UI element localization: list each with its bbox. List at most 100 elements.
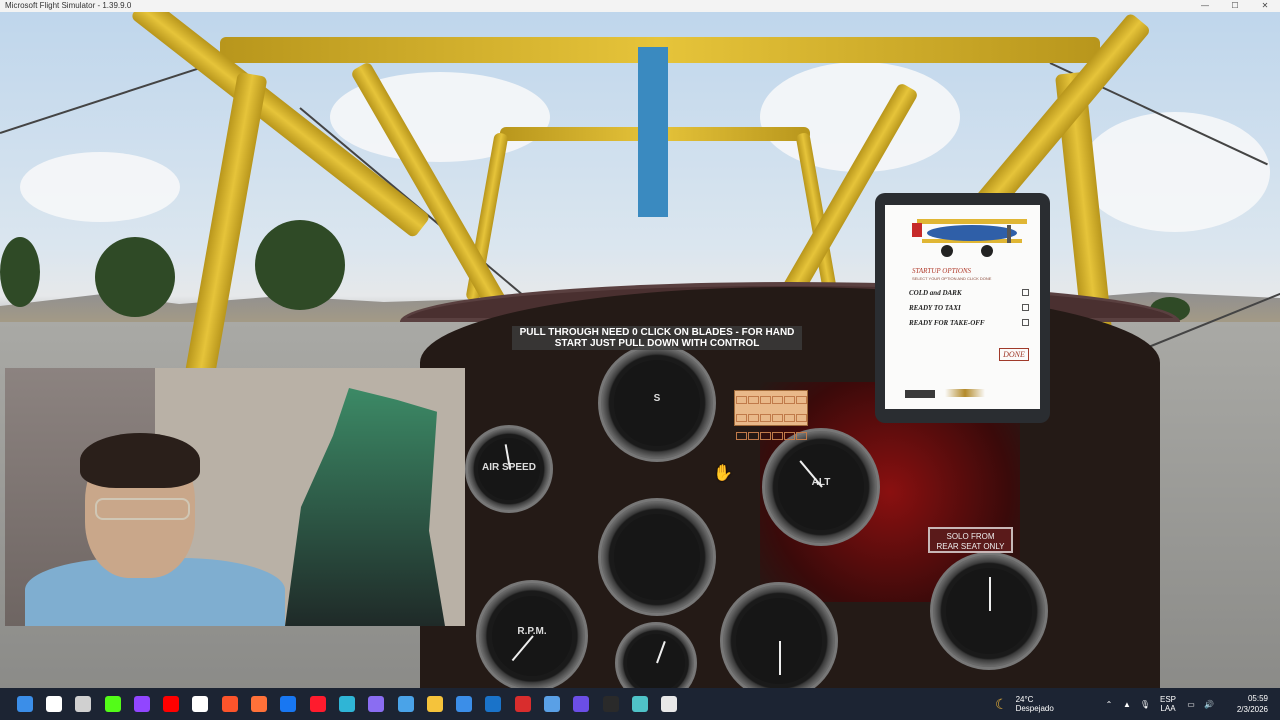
streamer-app-icon[interactable] (508, 688, 537, 720)
language-indicator[interactable]: ESP LAA (1154, 695, 1182, 713)
copilot-icon-glyph (368, 696, 385, 712)
twitch-icon[interactable] (127, 688, 156, 720)
store-icon-glyph (456, 696, 473, 712)
hand-cursor-icon: ✋ (713, 465, 733, 482)
copilot-icon[interactable] (362, 688, 391, 720)
snipping-tool-icon-glyph (543, 696, 560, 712)
option-checkbox[interactable] (1022, 304, 1029, 311)
chatgpt-icon[interactable] (655, 688, 684, 720)
globe-app-icon[interactable] (625, 688, 654, 720)
kick-icon[interactable] (98, 688, 127, 720)
flight-simulator-icon[interactable] (596, 688, 625, 720)
youtube-icon-glyph (163, 696, 180, 712)
volume-icon[interactable]: 🔊 (1200, 700, 1218, 709)
window-titlebar: Microsoft Flight Simulator - 1.39.9.0 — … (0, 0, 1280, 12)
streamer-hair (80, 433, 200, 488)
file-explorer-icon-glyph (426, 696, 443, 712)
turn-slip-indicator[interactable] (598, 498, 716, 616)
tree (255, 220, 345, 310)
edge-icon-glyph (338, 696, 355, 712)
tachometer-gauge[interactable]: R.P.M. (476, 580, 588, 688)
microphone-icon[interactable]: 🎙 (1136, 700, 1154, 709)
option-ready-for-takeoff[interactable]: READY FOR TAKE-OFF (909, 319, 1029, 327)
search-icon[interactable] (39, 688, 68, 720)
streamer-app-icon-glyph (514, 696, 531, 712)
photos-icon-glyph (397, 696, 414, 712)
solo-plate-line-2: REAR SEAT ONLY (936, 542, 1005, 551)
edge-icon[interactable] (332, 688, 361, 720)
x-icon[interactable] (186, 688, 215, 720)
startup-tablet: STARTUP OPTIONS SELECT YOUR OPTION AND C… (875, 193, 1050, 423)
tree (0, 237, 40, 307)
solo-rear-seat-plate: SOLO FROM REAR SEAT ONLY (928, 527, 1013, 553)
app-tray-icon[interactable]: ▲ (1118, 700, 1136, 709)
clock[interactable]: 05:59 2/3/2026 (1237, 693, 1268, 715)
rigging-wire (0, 60, 220, 134)
opera-icon[interactable] (303, 688, 332, 720)
tablet-screen: STARTUP OPTIONS SELECT YOUR OPTION AND C… (885, 205, 1040, 409)
weather-description: Despejado (1015, 704, 1054, 713)
oil-pressure-gauge[interactable] (720, 582, 838, 688)
kick-icon-glyph (104, 696, 121, 712)
webcam-streamer (25, 433, 285, 626)
minimize-button[interactable]: — (1190, 0, 1220, 12)
airspeed-gauge[interactable]: AIR SPEED (465, 425, 553, 513)
file-explorer-icon[interactable] (420, 688, 449, 720)
placard-line-1: PULL THROUGH NEED 0 CLICK ON BLADES - FO… (519, 327, 795, 338)
windows-start-icon-glyph (16, 696, 33, 712)
placard-line-2: START JUST PULL DOWN WITH CONTROL (554, 338, 760, 349)
cloud (20, 152, 180, 222)
facebook-icon-glyph (280, 696, 297, 712)
biplane-illustration (912, 219, 1027, 257)
store-icon[interactable] (449, 688, 478, 720)
altimeter-gauge[interactable]: ALT (762, 428, 880, 546)
compass-gauge[interactable]: S (598, 344, 716, 462)
cloud (1080, 112, 1270, 232)
task-view-icon[interactable] (69, 688, 98, 720)
streamer-glasses (95, 498, 190, 520)
outlook-icon[interactable] (479, 688, 508, 720)
brave-icon[interactable] (215, 688, 244, 720)
option-label: COLD and DARK (909, 289, 962, 297)
option-ready-to-taxi[interactable]: READY TO TAXI (909, 304, 1029, 312)
search-icon-glyph (45, 696, 62, 712)
chevron-up-icon[interactable]: ⌃ (1100, 700, 1118, 709)
rear-airspeed-gauge[interactable] (930, 552, 1048, 670)
compass-heading: S (653, 392, 661, 404)
option-checkbox[interactable] (1022, 319, 1029, 326)
window-title: Microsoft Flight Simulator - 1.39.9.0 (5, 1, 132, 10)
option-checkbox[interactable] (1022, 289, 1029, 296)
keyboard-layout: LAA (1160, 704, 1176, 713)
tree (95, 237, 175, 317)
x-icon-glyph (192, 696, 209, 712)
tablet-subtitle: SELECT YOUR OPTION AND CLICK DONE (912, 276, 992, 281)
firefox-icon[interactable] (244, 688, 273, 720)
webcam-overlay (5, 368, 465, 626)
tablet-logo-badge (905, 390, 935, 398)
windows-start-icon[interactable] (10, 688, 39, 720)
vivaldi-icon-glyph (573, 696, 590, 712)
system-tray: ⌃ ▲ 🎙 ESP LAA ▭ 🔊 (1100, 688, 1218, 720)
language-code: ESP (1159, 695, 1176, 704)
clock-date: 2/3/2026 (1236, 705, 1268, 714)
moon-icon: ☾ (995, 695, 1008, 712)
twitch-icon-glyph (133, 696, 150, 712)
game-viewport[interactable]: S AIR SPEED ALT R.P.M. PULL THROUGH NEED… (0, 12, 1280, 688)
window-controls: — ☐ ✕ (1190, 0, 1280, 12)
vivaldi-icon[interactable] (567, 688, 596, 720)
close-button[interactable]: ✕ (1250, 0, 1280, 12)
weather-temperature: 24°C (1015, 695, 1034, 704)
weather-widget[interactable]: ☾ 24°C Despejado (995, 688, 1054, 720)
taskbar-icons (10, 688, 684, 720)
fuel-sight-gauge (638, 47, 668, 217)
maximize-button[interactable]: ☐ (1220, 0, 1250, 12)
option-cold-and-dark[interactable]: COLD and DARK (909, 289, 1029, 297)
wings-emblem (945, 389, 985, 397)
facebook-icon[interactable] (274, 688, 303, 720)
photos-icon[interactable] (391, 688, 420, 720)
done-button[interactable]: DONE (999, 348, 1029, 361)
flight-simulator-icon-glyph (602, 696, 619, 712)
snipping-tool-icon[interactable] (537, 688, 566, 720)
youtube-icon[interactable] (156, 688, 185, 720)
network-icon[interactable]: ▭ (1182, 700, 1200, 709)
